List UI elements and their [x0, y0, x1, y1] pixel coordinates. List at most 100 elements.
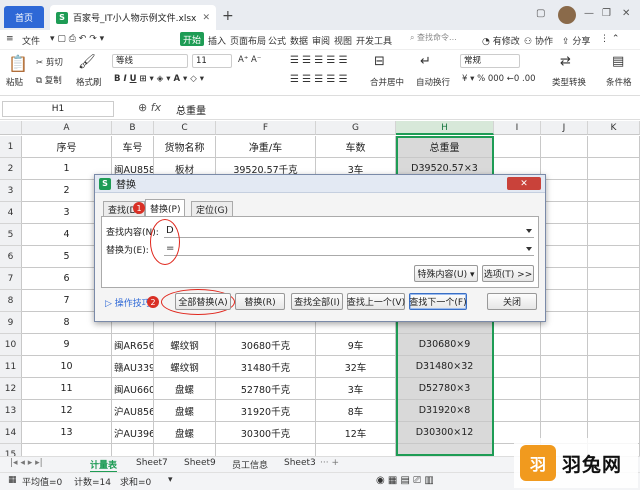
table-cell[interactable]: 10	[22, 356, 112, 378]
tab-goto[interactable]: 定位(G)	[191, 201, 233, 216]
empty-cell[interactable]	[541, 136, 588, 158]
row-header[interactable]: 8	[0, 290, 22, 312]
empty-cell[interactable]	[588, 378, 640, 400]
header-cell[interactable]: 总重量	[396, 136, 494, 158]
row-header[interactable]: 2	[0, 158, 22, 180]
close-window-icon[interactable]: ✕	[622, 8, 630, 19]
table-cell[interactable]: 赣AU339	[112, 356, 154, 378]
column-header[interactable]: A	[22, 121, 112, 135]
empty-cell[interactable]	[588, 312, 640, 334]
home-tab[interactable]: 首页	[4, 6, 44, 28]
table-cell[interactable]: 30680千克	[216, 334, 316, 356]
empty-cell[interactable]	[588, 356, 640, 378]
menu-formula[interactable]: 公式	[268, 34, 286, 47]
replace-button[interactable]: 替换(R)	[235, 293, 285, 310]
row-header[interactable]: 10	[0, 334, 22, 356]
format-painter-icon[interactable]: 🖌	[78, 54, 96, 70]
table-cell[interactable]: 32车	[316, 356, 396, 378]
font-grow-shrink-icons[interactable]: A⁺ A⁻	[238, 55, 261, 65]
empty-cell[interactable]	[541, 180, 588, 202]
column-header[interactable]: J	[541, 121, 588, 135]
row-header[interactable]: 5	[0, 224, 22, 246]
replace-all-button[interactable]: 全部替换(A)	[175, 293, 231, 310]
sheet-more-icons[interactable]: ··· +	[320, 458, 339, 468]
table-cell[interactable]: 螺纹钢	[154, 334, 216, 356]
dialog-close-button[interactable]: 关闭	[487, 293, 537, 310]
font-size-select[interactable]: 11	[192, 54, 232, 68]
table-cell[interactable]: 盘螺	[154, 378, 216, 400]
table-cell[interactable]: 52780千克	[216, 378, 316, 400]
table-cell[interactable]: D31920×8	[396, 400, 494, 422]
table-cell[interactable]: 12车	[316, 422, 396, 444]
type-convert-label[interactable]: 类型转换	[552, 76, 586, 88]
row-header[interactable]: 12	[0, 378, 22, 400]
table-cell[interactable]: 闽AR656	[112, 334, 154, 356]
table-cell[interactable]: 12	[22, 400, 112, 422]
find-all-button[interactable]: 查找全部(I)	[291, 293, 343, 310]
name-box[interactable]: H1	[2, 101, 114, 117]
empty-cell[interactable]	[588, 202, 640, 224]
align-horizontal-icons[interactable]: ☰ ☰ ☰ ☰ ☰	[290, 74, 348, 85]
table-cell[interactable]: D31480×32	[396, 356, 494, 378]
empty-cell[interactable]	[541, 356, 588, 378]
number-format-select[interactable]: 常规	[460, 54, 520, 68]
table-cell[interactable]: D30300×12	[396, 422, 494, 444]
column-header[interactable]: B	[112, 121, 154, 135]
sheet-nav-icons[interactable]: |◂ ◂ ▸ ▸|	[10, 458, 43, 468]
merge-center-icon[interactable]: ⊟	[374, 54, 385, 69]
view-mode-icons[interactable]: ◉ ▦ ▤ ⎚ ▥	[376, 475, 434, 486]
new-tab-button[interactable]: +	[222, 8, 234, 24]
empty-cell[interactable]	[494, 136, 541, 158]
row-header[interactable]: 11	[0, 356, 22, 378]
table-cell[interactable]	[112, 444, 154, 456]
empty-cell[interactable]	[541, 246, 588, 268]
table-cell[interactable]	[396, 444, 494, 456]
find-input[interactable]: D	[164, 224, 534, 238]
zoom-icon[interactable]: ⊕	[138, 101, 147, 114]
menu-review[interactable]: 审阅	[312, 34, 330, 47]
table-cell[interactable]: 11	[22, 378, 112, 400]
empty-cell[interactable]	[541, 268, 588, 290]
empty-cell[interactable]	[588, 290, 640, 312]
header-cell[interactable]: 货物名称	[154, 136, 216, 158]
file-tab[interactable]: S 百家号_IT小人物示例文件.xlsx ✕	[50, 5, 216, 30]
menu-insert[interactable]: 插入	[208, 34, 226, 47]
maximize-icon[interactable]: ❐	[602, 8, 611, 19]
quick-access-icons[interactable]: ▾ ▢ ⎙ ↶ ↷ ▾	[50, 34, 104, 44]
sheet-tab-1[interactable]: Sheet7	[136, 458, 168, 468]
empty-cell[interactable]	[541, 312, 588, 334]
table-cell[interactable]: 螺纹钢	[154, 356, 216, 378]
header-cell[interactable]: 序号	[22, 136, 112, 158]
table-cell[interactable]: 8车	[316, 400, 396, 422]
column-header[interactable]: F	[216, 121, 316, 135]
column-header[interactable]: I	[494, 121, 541, 135]
avatar[interactable]	[558, 6, 576, 24]
column-header[interactable]: H	[396, 121, 494, 135]
table-cell[interactable]: 沪AU856	[112, 400, 154, 422]
find-previous-button[interactable]: 查找上一个(V)	[347, 293, 405, 310]
row-header[interactable]: 15	[0, 444, 22, 456]
row-header[interactable]: 4	[0, 202, 22, 224]
number-format-icons[interactable]: ¥ ▾ % 000 ←0 .00	[462, 74, 536, 84]
empty-cell[interactable]	[588, 224, 640, 246]
table-cell[interactable]: 沪AU396	[112, 422, 154, 444]
menu-data[interactable]: 数据	[290, 34, 308, 47]
table-cell[interactable]: D52780×3	[396, 378, 494, 400]
table-cell[interactable]: 闽AU660	[112, 378, 154, 400]
row-header[interactable]: 9	[0, 312, 22, 334]
menu-file[interactable]: 文件	[22, 34, 40, 47]
more-icon[interactable]: ⋮ ⌃	[600, 34, 619, 44]
empty-cell[interactable]	[541, 334, 588, 356]
empty-cell[interactable]	[494, 356, 541, 378]
table-cell[interactable]: 9车	[316, 334, 396, 356]
type-convert-icon[interactable]: ⇄	[560, 54, 571, 69]
table-cell[interactable]: 盘螺	[154, 400, 216, 422]
table-cell[interactable]: 3车	[316, 378, 396, 400]
empty-cell[interactable]	[541, 224, 588, 246]
empty-cell[interactable]	[588, 400, 640, 422]
table-cell[interactable]: 31920千克	[216, 400, 316, 422]
row-header[interactable]: 14	[0, 422, 22, 444]
header-cell[interactable]: 净重/车	[216, 136, 316, 158]
formula-content[interactable]: 总重量	[176, 102, 206, 117]
menu-start[interactable]: 开始	[180, 32, 204, 46]
